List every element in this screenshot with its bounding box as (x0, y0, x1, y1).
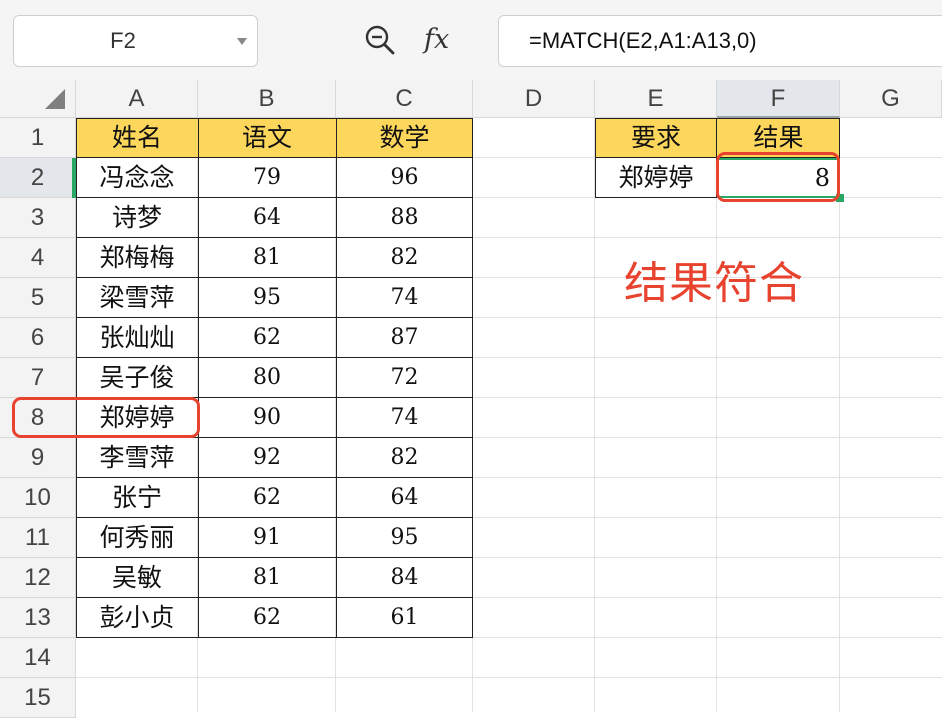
row-header-1[interactable]: 1 (0, 118, 76, 158)
row-header-10[interactable]: 10 (0, 478, 76, 518)
row-header-14[interactable]: 14 (0, 638, 76, 678)
row-8-highlight (12, 397, 200, 438)
row-header-4[interactable]: 4 (0, 238, 76, 278)
column-header-e[interactable]: E (595, 80, 717, 118)
data-table-border (76, 118, 473, 638)
row-header-15[interactable]: 15 (0, 678, 76, 718)
formula-bar: F2 fx =MATCH(E2,A1:A13,0) (0, 0, 942, 80)
result-highlight (716, 152, 840, 202)
column-header-f[interactable]: F (717, 80, 840, 118)
column-header-g[interactable]: G (840, 80, 942, 118)
select-all-icon (45, 89, 65, 109)
row-header-12[interactable]: 12 (0, 558, 76, 598)
row-header-7[interactable]: 7 (0, 358, 76, 398)
row-header-9[interactable]: 9 (0, 438, 76, 478)
row-header-6[interactable]: 6 (0, 318, 76, 358)
fx-icon[interactable]: fx (424, 20, 449, 60)
zoom-icon[interactable] (364, 24, 396, 56)
column-header-b[interactable]: B (198, 80, 336, 118)
formula-input[interactable]: =MATCH(E2,A1:A13,0) (498, 15, 942, 67)
row-header-3[interactable]: 3 (0, 198, 76, 238)
dropdown-arrow-icon[interactable] (237, 38, 247, 45)
select-all-button[interactable] (0, 80, 76, 118)
row-header-13[interactable]: 13 (0, 598, 76, 638)
column-header-c[interactable]: C (336, 80, 473, 118)
row-header-11[interactable]: 11 (0, 518, 76, 558)
row-selection-marker (72, 158, 76, 198)
column-header-a[interactable]: A (76, 80, 198, 118)
annotation-text: 结果符合 (624, 258, 804, 309)
row-header-2[interactable]: 2 (0, 158, 76, 198)
column-header-d[interactable]: D (473, 80, 595, 118)
row-header-5[interactable]: 5 (0, 278, 76, 318)
formula-text: =MATCH(E2,A1:A13,0) (529, 28, 757, 53)
name-box-value: F2 (110, 28, 136, 53)
name-box[interactable]: F2 (13, 15, 258, 67)
